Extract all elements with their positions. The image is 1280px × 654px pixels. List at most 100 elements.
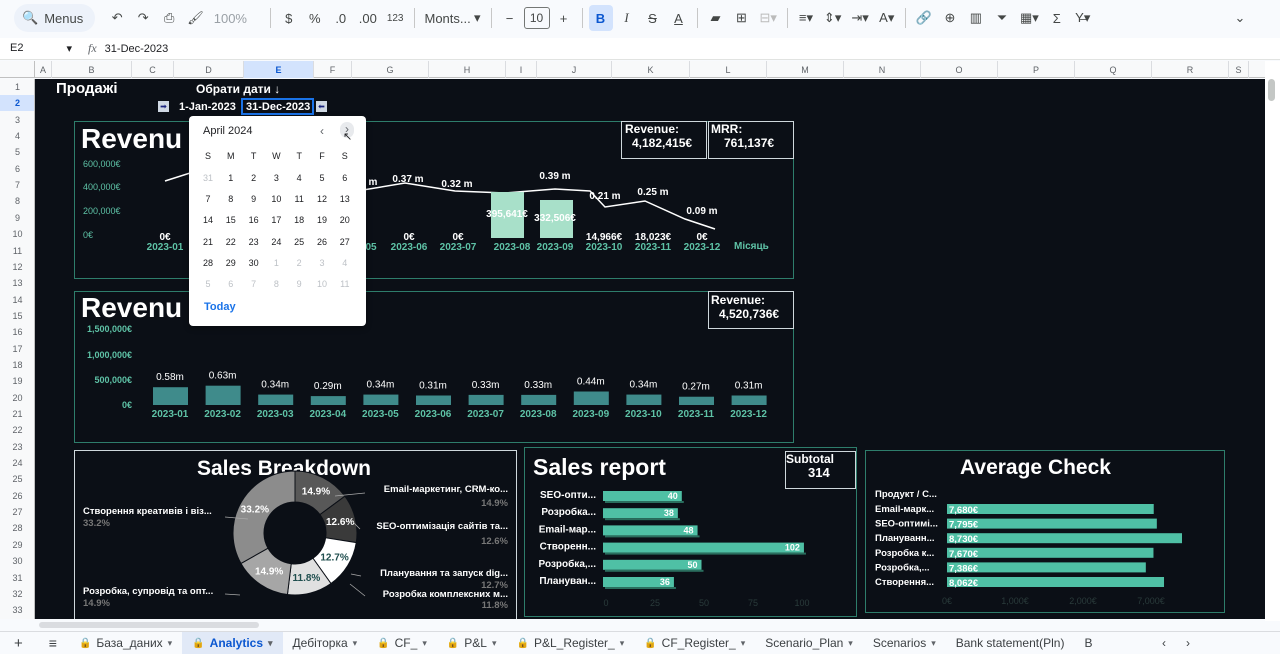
row-header-31[interactable]: 31 <box>0 570 34 586</box>
decrease-decimal-button[interactable]: .0 <box>329 5 353 31</box>
formula-input[interactable]: 31-Dec-2023 <box>105 43 169 55</box>
row-header-2[interactable]: 2 <box>0 95 34 112</box>
row-header-26[interactable]: 26 <box>0 488 34 504</box>
calendar-day[interactable]: 2 <box>243 173 265 183</box>
column-header-g[interactable]: G <box>352 61 429 78</box>
calendar-day[interactable]: 16 <box>243 215 265 225</box>
text-color-button[interactable]: A <box>667 5 691 31</box>
calendar-day[interactable]: 2 <box>288 258 310 268</box>
column-header-l[interactable]: L <box>690 61 767 78</box>
paint-format-icon[interactable]: 🖌 <box>183 5 208 31</box>
sheet-tab-2[interactable]: Дебіторка ▾ <box>283 632 368 654</box>
column-header-h[interactable]: H <box>429 61 506 78</box>
calendar-day[interactable]: 10 <box>311 279 333 289</box>
row-header-29[interactable]: 29 <box>0 537 34 553</box>
align-horizontal-icon[interactable]: ≡▾ <box>794 5 818 31</box>
column-header-p[interactable]: P <box>998 61 1075 78</box>
row-header-9[interactable]: 9 <box>0 210 34 226</box>
row-header-5[interactable]: 5 <box>0 144 34 160</box>
calendar-day[interactable]: 18 <box>288 215 310 225</box>
number-format-button[interactable]: 123 <box>383 5 408 31</box>
sheet-tab-5[interactable]: 🔒 P&L_Register_ ▾ <box>507 632 635 654</box>
select-all-corner[interactable] <box>0 61 35 78</box>
calendar-day[interactable]: 4 <box>334 258 356 268</box>
calendar-day[interactable]: 15 <box>220 215 242 225</box>
text-rotate-icon[interactable]: A▾ <box>875 5 899 31</box>
column-header-n[interactable]: N <box>844 61 921 78</box>
row-header-27[interactable]: 27 <box>0 504 34 520</box>
comment-icon[interactable]: ⊕ <box>938 5 962 31</box>
column-header-i[interactable]: I <box>506 61 537 78</box>
column-header-o[interactable]: O <box>921 61 998 78</box>
scrollbar-thumb[interactable] <box>1268 79 1275 101</box>
scrollbar-thumb[interactable] <box>39 622 259 628</box>
calendar-day[interactable]: 8 <box>220 194 242 204</box>
column-header-m[interactable]: M <box>767 61 844 78</box>
row-header-23[interactable]: 23 <box>0 439 34 455</box>
sheet-tab-10[interactable]: B <box>1074 632 1102 654</box>
borders-icon[interactable]: ⊞ <box>730 5 754 31</box>
today-button[interactable]: Today <box>204 301 236 313</box>
calendar-day[interactable]: 5 <box>311 173 333 183</box>
row-header-6[interactable]: 6 <box>0 161 34 177</box>
calendar-day[interactable]: 20 <box>334 215 356 225</box>
calendar-day[interactable]: 23 <box>243 237 265 247</box>
percent-button[interactable]: % <box>303 5 327 31</box>
calendar-day[interactable]: 1 <box>220 173 242 183</box>
calendar-day[interactable]: 30 <box>243 258 265 268</box>
calendar-day[interactable]: 25 <box>288 237 310 247</box>
column-header-d[interactable]: D <box>174 61 244 78</box>
calendar-day[interactable]: 12 <box>311 194 333 204</box>
sheet-tab-9[interactable]: Bank statement(Pln) <box>946 632 1075 654</box>
column-header-b[interactable]: B <box>52 61 132 78</box>
calendar-day[interactable]: 9 <box>288 279 310 289</box>
calendar-day[interactable]: 7 <box>243 279 265 289</box>
row-header-33[interactable]: 33 <box>0 602 34 618</box>
column-header-e[interactable]: E <box>244 61 314 78</box>
prev-month-button[interactable]: ‹ <box>320 124 324 138</box>
row-header-32[interactable]: 32 <box>0 586 34 602</box>
calendar-day[interactable]: 9 <box>243 194 265 204</box>
text-wrap-icon[interactable]: ⇥▾ <box>847 5 872 31</box>
row-header-16[interactable]: 16 <box>0 324 34 340</box>
font-select[interactable]: Monts... ▾ <box>421 5 485 31</box>
row-header-8[interactable]: 8 <box>0 193 34 209</box>
scroll-tabs-left-button[interactable]: ‹ <box>1152 632 1176 654</box>
calendar-day[interactable]: 26 <box>311 237 333 247</box>
sheet-tab-7[interactable]: Scenario_Plan ▾ <box>755 632 863 654</box>
input-tools-icon[interactable]: Y̶▾ <box>1071 5 1095 31</box>
column-header-j[interactable]: J <box>537 61 612 78</box>
calendar-day[interactable]: 6 <box>220 279 242 289</box>
redo-icon[interactable]: ↷ <box>131 5 155 31</box>
column-header-f[interactable]: F <box>314 61 352 78</box>
calendar-day[interactable]: 3 <box>311 258 333 268</box>
scroll-tabs-right-button[interactable]: › <box>1176 632 1200 654</box>
row-header-28[interactable]: 28 <box>0 520 34 536</box>
calendar-day[interactable]: 29 <box>220 258 242 268</box>
calendar-day[interactable]: 24 <box>265 237 287 247</box>
collapse-toolbar-icon[interactable]: ⌄ <box>1228 5 1252 31</box>
calendar-day[interactable]: 3 <box>265 173 287 183</box>
row-header-17[interactable]: 17 <box>0 341 34 357</box>
row-header-7[interactable]: 7 <box>0 177 34 193</box>
functions-button[interactable]: Σ <box>1045 5 1069 31</box>
column-header-a[interactable]: A <box>35 61 52 78</box>
row-header-19[interactable]: 19 <box>0 373 34 389</box>
column-header-s[interactable]: S <box>1229 61 1249 78</box>
row-header-24[interactable]: 24 <box>0 455 34 471</box>
row-header-20[interactable]: 20 <box>0 390 34 406</box>
calendar-day[interactable]: 5 <box>197 279 219 289</box>
merge-cells-icon[interactable]: ⊟▾ <box>756 5 781 31</box>
calendar-day[interactable]: 6 <box>334 173 356 183</box>
all-sheets-button[interactable]: ≡ <box>37 632 69 654</box>
row-header-21[interactable]: 21 <box>0 406 34 422</box>
decrease-font-size-button[interactable]: − <box>498 5 522 31</box>
sheet-tab-4[interactable]: 🔒 P&L ▾ <box>437 632 507 654</box>
chart-icon[interactable]: ▥ <box>964 5 988 31</box>
row-header-18[interactable]: 18 <box>0 357 34 373</box>
zoom-select[interactable]: 100% <box>210 5 264 31</box>
row-header-13[interactable]: 13 <box>0 275 34 291</box>
bold-button[interactable]: B <box>588 5 613 31</box>
calendar-day[interactable]: 7 <box>197 194 219 204</box>
calendar-day[interactable]: 4 <box>288 173 310 183</box>
